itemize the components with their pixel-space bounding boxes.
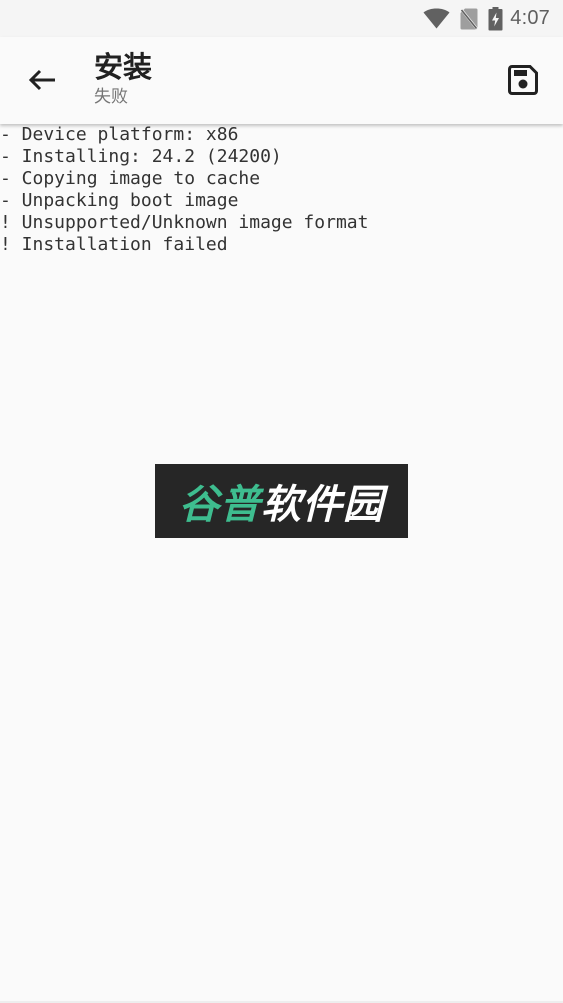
battery-charging-icon [488,6,503,31]
status-icons: 4:07 [423,0,550,37]
save-button[interactable] [499,58,547,106]
back-button[interactable] [18,58,66,106]
no-sim-icon [460,7,479,30]
log-line: ! Installation failed [0,234,228,255]
status-bar: 4:07 [0,0,563,37]
app-bar: 安装 失败 [0,37,563,124]
watermark-part2: 软件园 [261,482,384,528]
log-line: ! Unsupported/Unknown image format [0,212,369,233]
page-title: 安装 [94,50,153,84]
log-line: - Device platform: x86 [0,124,239,145]
install-log: - Device platform: x86 - Installing: 24.… [0,124,563,1001]
watermark-logo: 谷普软件园 [155,464,408,538]
log-line: - Installing: 24.2 (24200) [0,146,282,167]
save-icon [508,65,538,99]
log-line: - Unpacking boot image [0,190,239,211]
arrow-back-icon [27,68,57,96]
clock: 4:07 [510,7,550,29]
page-subtitle: 失败 [94,87,128,107]
wifi-icon [423,8,450,29]
watermark-part1: 谷普 [179,482,261,528]
log-line: - Copying image to cache [0,168,261,189]
watermark-text: 谷普软件园 [179,472,384,530]
